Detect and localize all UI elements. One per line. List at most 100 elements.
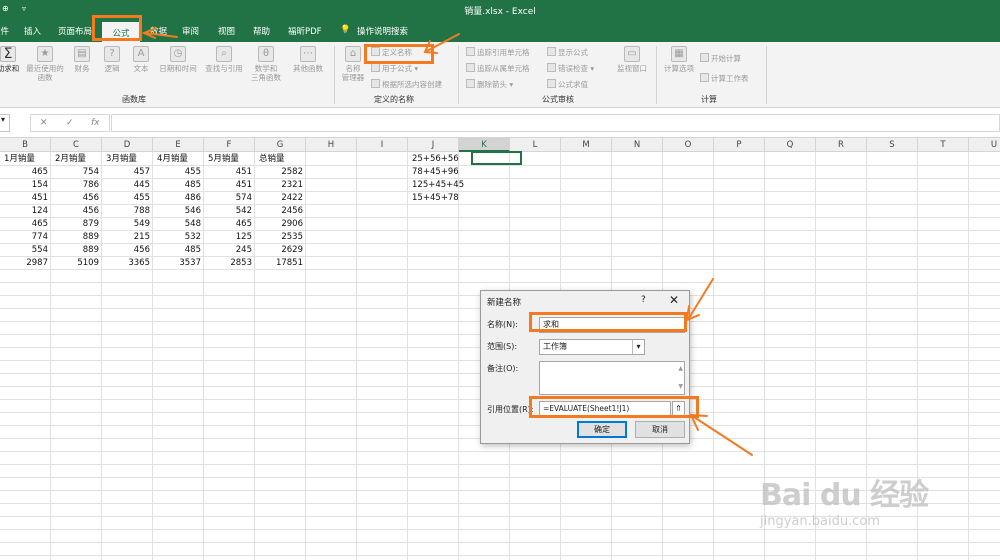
column-header-m[interactable]: M bbox=[561, 138, 612, 152]
lookup-reference-button[interactable]: ⌕ 查找与引用 bbox=[202, 46, 246, 73]
name-field[interactable]: 求和 bbox=[539, 317, 685, 333]
header-cell[interactable]: 1月销量 bbox=[4, 153, 51, 166]
column-header-t[interactable]: T bbox=[918, 138, 969, 152]
data-cell[interactable]: 455 bbox=[157, 166, 204, 179]
data-cell[interactable]: 5109 bbox=[55, 257, 102, 270]
name-manager-button[interactable]: ⌂ 名称 管理器 bbox=[338, 46, 368, 82]
define-name-button[interactable]: 定义名称 bbox=[371, 47, 412, 58]
data-cell[interactable]: 486 bbox=[157, 192, 204, 205]
create-from-selection-button[interactable]: 根据所选内容创建 bbox=[371, 79, 442, 90]
column-header-d[interactable]: D bbox=[102, 138, 153, 152]
data-cell[interactable]: 455 bbox=[106, 192, 153, 205]
data-cell[interactable]: 485 bbox=[157, 179, 204, 192]
column-header-i[interactable]: I bbox=[357, 138, 408, 152]
formula-text-cell[interactable]: 78+45+96 bbox=[412, 166, 459, 179]
column-header-q[interactable]: Q bbox=[765, 138, 816, 152]
help-icon[interactable]: ? bbox=[641, 295, 646, 305]
data-cell[interactable]: 451 bbox=[4, 192, 51, 205]
column-header-e[interactable]: E bbox=[153, 138, 204, 152]
data-cell[interactable]: 451 bbox=[208, 179, 255, 192]
data-cell[interactable]: 3365 bbox=[106, 257, 153, 270]
trace-dependents-button[interactable]: 追踪从属单元格 bbox=[466, 63, 530, 74]
data-cell[interactable]: 754 bbox=[55, 166, 102, 179]
data-cell[interactable]: 788 bbox=[106, 205, 153, 218]
data-cell[interactable]: 451 bbox=[208, 166, 255, 179]
data-cell[interactable]: 889 bbox=[55, 231, 102, 244]
data-cell[interactable]: 215 bbox=[106, 231, 153, 244]
comment-textarea[interactable]: ▲ ▼ bbox=[539, 361, 685, 395]
data-cell[interactable]: 2853 bbox=[208, 257, 255, 270]
cancel-icon[interactable]: ✕ bbox=[40, 118, 48, 128]
data-cell[interactable]: 154 bbox=[4, 179, 51, 192]
ok-button[interactable]: 确定 bbox=[577, 421, 627, 438]
data-cell[interactable]: 485 bbox=[157, 244, 204, 257]
column-header-f[interactable]: F bbox=[204, 138, 255, 152]
tab-help[interactable]: 帮助 bbox=[253, 25, 270, 37]
header-cell[interactable]: 3月销量 bbox=[106, 153, 153, 166]
tab-foxit-pdf[interactable]: 福昕PDF bbox=[288, 25, 322, 37]
tab-tell-me[interactable]: 操作说明搜索 bbox=[357, 25, 408, 37]
data-cell[interactable]: 2535 bbox=[259, 231, 306, 244]
evaluate-formula-button[interactable]: 公式求值 bbox=[547, 79, 588, 90]
data-cell[interactable]: 3537 bbox=[157, 257, 204, 270]
data-cell[interactable]: 457 bbox=[106, 166, 153, 179]
data-cell[interactable]: 574 bbox=[208, 192, 255, 205]
formula-text-cell[interactable]: 15+45+78 bbox=[412, 192, 459, 205]
calculation-options-button[interactable]: ▦ 计算选项 bbox=[660, 46, 698, 73]
logical-button[interactable]: ? 逻辑 bbox=[100, 46, 124, 73]
active-cell-k1[interactable] bbox=[471, 151, 522, 165]
scope-select[interactable]: 工作簿 ▾ bbox=[539, 339, 645, 355]
data-cell[interactable]: 554 bbox=[4, 244, 51, 257]
data-cell[interactable]: 2422 bbox=[259, 192, 306, 205]
scroll-down-icon[interactable]: ▼ bbox=[678, 380, 683, 394]
collapse-dialog-icon[interactable]: ⇑ bbox=[672, 401, 685, 417]
data-cell[interactable]: 2456 bbox=[259, 205, 306, 218]
tab-file[interactable]: 文件 bbox=[0, 25, 9, 37]
column-header-g[interactable]: G bbox=[255, 138, 306, 152]
data-cell[interactable]: 889 bbox=[55, 244, 102, 257]
trace-precedents-button[interactable]: 追踪引用单元格 bbox=[466, 47, 530, 58]
column-header-l[interactable]: L bbox=[510, 138, 561, 152]
close-icon[interactable]: ✕ bbox=[669, 293, 679, 307]
data-cell[interactable]: 465 bbox=[4, 218, 51, 231]
data-cell[interactable]: 546 bbox=[157, 205, 204, 218]
remove-arrows-button[interactable]: 删除箭头 ▾ bbox=[466, 79, 513, 90]
header-cell[interactable]: 5月销量 bbox=[208, 153, 255, 166]
use-in-formula-button[interactable]: 用于公式 ▾ bbox=[371, 63, 418, 74]
refers-to-field[interactable]: =EVALUATE(Sheet1!J1) bbox=[539, 401, 671, 417]
data-cell[interactable]: 245 bbox=[208, 244, 255, 257]
data-cell[interactable]: 2629 bbox=[259, 244, 306, 257]
autosum-button[interactable]: Σ 动求和 bbox=[0, 46, 22, 73]
formula-text-cell[interactable]: 25+56+56 bbox=[412, 153, 459, 166]
data-cell[interactable]: 774 bbox=[4, 231, 51, 244]
enter-icon[interactable]: ✓ bbox=[66, 118, 74, 128]
error-checking-button[interactable]: 错误检查 ▾ bbox=[547, 63, 594, 74]
data-cell[interactable]: 445 bbox=[106, 179, 153, 192]
tab-page-layout[interactable]: 页面布局 bbox=[58, 25, 92, 37]
data-cell[interactable]: 2906 bbox=[259, 218, 306, 231]
tab-data[interactable]: 数据 bbox=[150, 25, 167, 37]
financial-button[interactable]: ▤ 财务 bbox=[70, 46, 94, 73]
data-cell[interactable]: 548 bbox=[157, 218, 204, 231]
header-cell[interactable]: 2月销量 bbox=[55, 153, 102, 166]
data-cell[interactable]: 465 bbox=[208, 218, 255, 231]
show-formulas-button[interactable]: 显示公式 bbox=[547, 47, 588, 58]
more-functions-button[interactable]: ⋯ 其他函数 bbox=[288, 46, 328, 73]
tab-review[interactable]: 审阅 bbox=[182, 25, 199, 37]
column-header-b[interactable]: B bbox=[0, 138, 51, 152]
data-cell[interactable]: 456 bbox=[55, 192, 102, 205]
insert-function-icon[interactable]: fx bbox=[91, 118, 100, 128]
name-box-dropdown[interactable]: ▾ bbox=[0, 114, 10, 132]
cancel-button[interactable]: 取消 bbox=[635, 421, 685, 438]
data-cell[interactable]: 2321 bbox=[259, 179, 306, 192]
column-header-u[interactable]: U bbox=[969, 138, 1000, 152]
tab-formulas[interactable]: 公式 bbox=[102, 22, 140, 42]
data-cell[interactable]: 17851 bbox=[259, 257, 306, 270]
column-header-n[interactable]: N bbox=[612, 138, 663, 152]
tab-view[interactable]: 视图 bbox=[218, 25, 235, 37]
data-cell[interactable]: 125 bbox=[208, 231, 255, 244]
column-header-k[interactable]: K bbox=[459, 138, 510, 152]
data-cell[interactable]: 124 bbox=[4, 205, 51, 218]
calculate-sheet-button[interactable]: 计算工作表 bbox=[700, 73, 749, 84]
data-cell[interactable]: 465 bbox=[4, 166, 51, 179]
